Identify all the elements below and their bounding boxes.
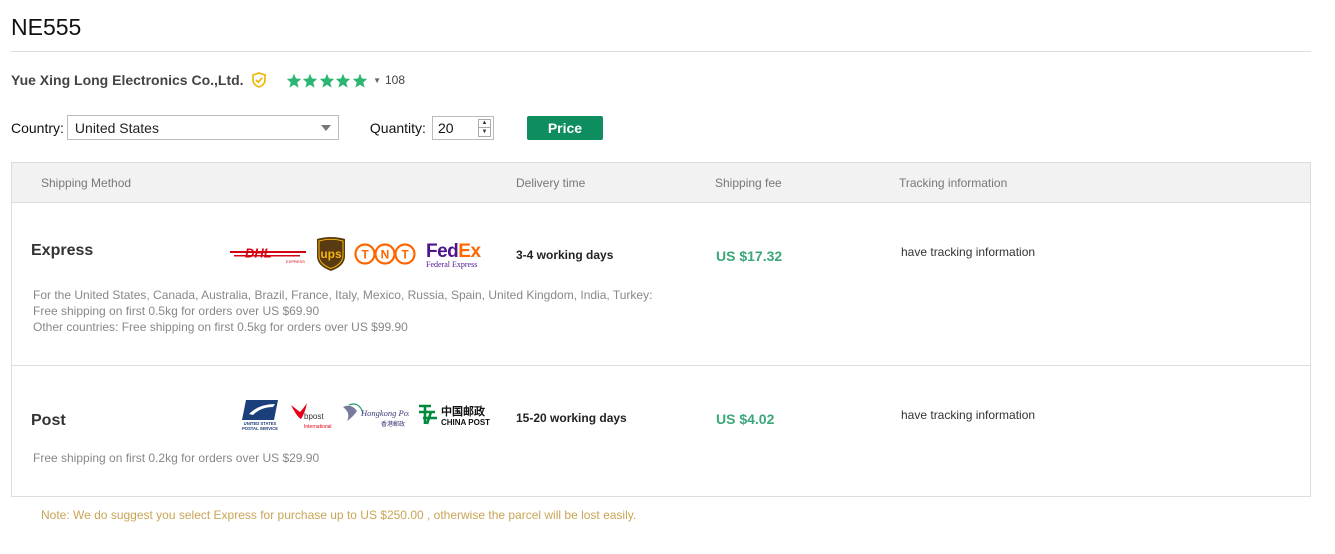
description-line: Free shipping on first 0.5kg for orders … bbox=[33, 304, 320, 318]
hongkong-post-logo-text: Hongkong Post bbox=[360, 408, 409, 418]
description-line: Free shipping on first 0.2kg for orders … bbox=[33, 451, 320, 465]
usps-logo: UNITED STATES POSTAL SERVICE bbox=[242, 400, 278, 431]
shipping-fee: US $17.32 bbox=[716, 248, 783, 264]
country-label: Country: bbox=[11, 119, 64, 136]
svg-text:FedEx: FedEx bbox=[426, 241, 481, 262]
country-select[interactable]: United States bbox=[66, 115, 339, 140]
country-select-value: United States bbox=[74, 119, 159, 136]
quantity-value: 20 bbox=[437, 119, 454, 136]
method-name: Post bbox=[31, 412, 66, 429]
header-shipping-method: Shipping Method bbox=[41, 176, 132, 190]
table-header: Shipping Method Delivery time Shipping f… bbox=[12, 163, 1310, 203]
shipping-filters: Country: United States Quantity: 20 ▲ ▼ … bbox=[11, 115, 603, 140]
star-icon bbox=[302, 73, 318, 88]
dhl-logo-text: DHL bbox=[245, 246, 272, 261]
hongkong-post-logo: Hongkong Post 香港郵政 bbox=[343, 403, 409, 428]
fedex-logo: FedEx Federal Express bbox=[426, 241, 482, 269]
dhl-logo: DHL EXPRESS bbox=[230, 246, 306, 264]
table-row-post: Post UNITED STATES POSTAL SERVICE bpost … bbox=[12, 366, 1310, 496]
shipping-description: Free shipping on first 0.2kg for orders … bbox=[33, 450, 319, 466]
title-divider bbox=[11, 51, 1311, 52]
hongkong-post-logo-subtext: 香港郵政 bbox=[381, 420, 405, 428]
ups-logo: ups bbox=[317, 237, 345, 271]
star-icon bbox=[286, 73, 301, 88]
delivery-time: 3-4 working days bbox=[516, 248, 614, 262]
fedex-logo-fed: Fed bbox=[426, 241, 458, 262]
shipping-description: For the United States, Canada, Australia… bbox=[33, 287, 652, 335]
fedex-logo-subtext: Federal Express bbox=[426, 260, 477, 269]
ups-logo-text: ups bbox=[320, 247, 342, 261]
bpost-logo-text: bpost bbox=[304, 412, 324, 421]
tnt-logo: T N T bbox=[354, 243, 416, 265]
star-icon bbox=[352, 73, 367, 88]
shipping-table: Shipping Method Delivery time Shipping f… bbox=[11, 162, 1311, 497]
method-name: Express bbox=[31, 242, 94, 259]
chevron-down-icon bbox=[320, 124, 331, 131]
tnt-logo-text: N bbox=[381, 248, 390, 262]
rating-count: 108 bbox=[385, 73, 406, 87]
increment-arrow-icon[interactable]: ▲ bbox=[479, 120, 490, 128]
quantity-spin-buttons: ▲ ▼ bbox=[477, 118, 491, 137]
shipping-note: Note: We do suggest you select Express f… bbox=[41, 508, 637, 522]
usps-logo-line2: POSTAL SERVICE bbox=[242, 426, 278, 431]
china-post-logo-cn: 中国邮政 bbox=[441, 404, 486, 418]
rating-stars[interactable]: ▼ 108 bbox=[286, 73, 405, 88]
price-button[interactable]: Price bbox=[526, 115, 603, 140]
verified-shield-icon bbox=[251, 72, 266, 88]
star-icon bbox=[335, 73, 351, 88]
tnt-logo-text: T bbox=[401, 248, 409, 262]
description-line: Other countries: Free shipping on first … bbox=[33, 320, 408, 334]
page-title: NE555 bbox=[11, 14, 82, 40]
bpost-logo: bpost International bbox=[291, 403, 332, 430]
header-shipping-fee: Shipping fee bbox=[715, 176, 782, 190]
express-carrier-logos: DHL EXPRESS ups T N T FedEx Federal Expr… bbox=[230, 236, 487, 272]
delivery-time: 15-20 working days bbox=[516, 411, 627, 425]
tracking-info: have tracking information bbox=[901, 245, 1036, 259]
china-post-logo-en: CHINA POST bbox=[441, 418, 490, 427]
quantity-stepper[interactable]: 20 ▲ ▼ bbox=[431, 115, 494, 140]
tnt-logo-text: T bbox=[361, 248, 369, 262]
bpost-logo-subtext: International bbox=[304, 424, 332, 430]
rating-dropdown-caret-icon[interactable]: ▼ bbox=[373, 76, 381, 85]
star-icon bbox=[319, 73, 334, 88]
seller-info: Yue Xing Long Electronics Co.,Ltd. ▼ 108 bbox=[11, 70, 405, 90]
decrement-arrow-icon[interactable]: ▼ bbox=[478, 127, 490, 136]
description-line: For the United States, Canada, Australia… bbox=[33, 288, 653, 302]
header-delivery-time: Delivery time bbox=[516, 176, 586, 190]
shipping-fee: US $4.02 bbox=[716, 411, 775, 427]
china-post-logo: 中国邮政 CHINA POST bbox=[419, 404, 490, 427]
header-tracking-info: Tracking information bbox=[899, 176, 1008, 190]
quantity-label: Quantity: bbox=[369, 119, 426, 136]
seller-name[interactable]: Yue Xing Long Electronics Co.,Ltd. bbox=[11, 72, 244, 88]
post-carrier-logos: UNITED STATES POSTAL SERVICE bpost Inter… bbox=[230, 398, 501, 432]
table-row-express: Express DHL EXPRESS ups T N T FedEx Fede… bbox=[12, 203, 1310, 366]
fedex-logo-ex: Ex bbox=[458, 241, 481, 262]
tracking-info: have tracking information bbox=[901, 408, 1036, 422]
dhl-logo-subtext: EXPRESS bbox=[286, 259, 305, 264]
